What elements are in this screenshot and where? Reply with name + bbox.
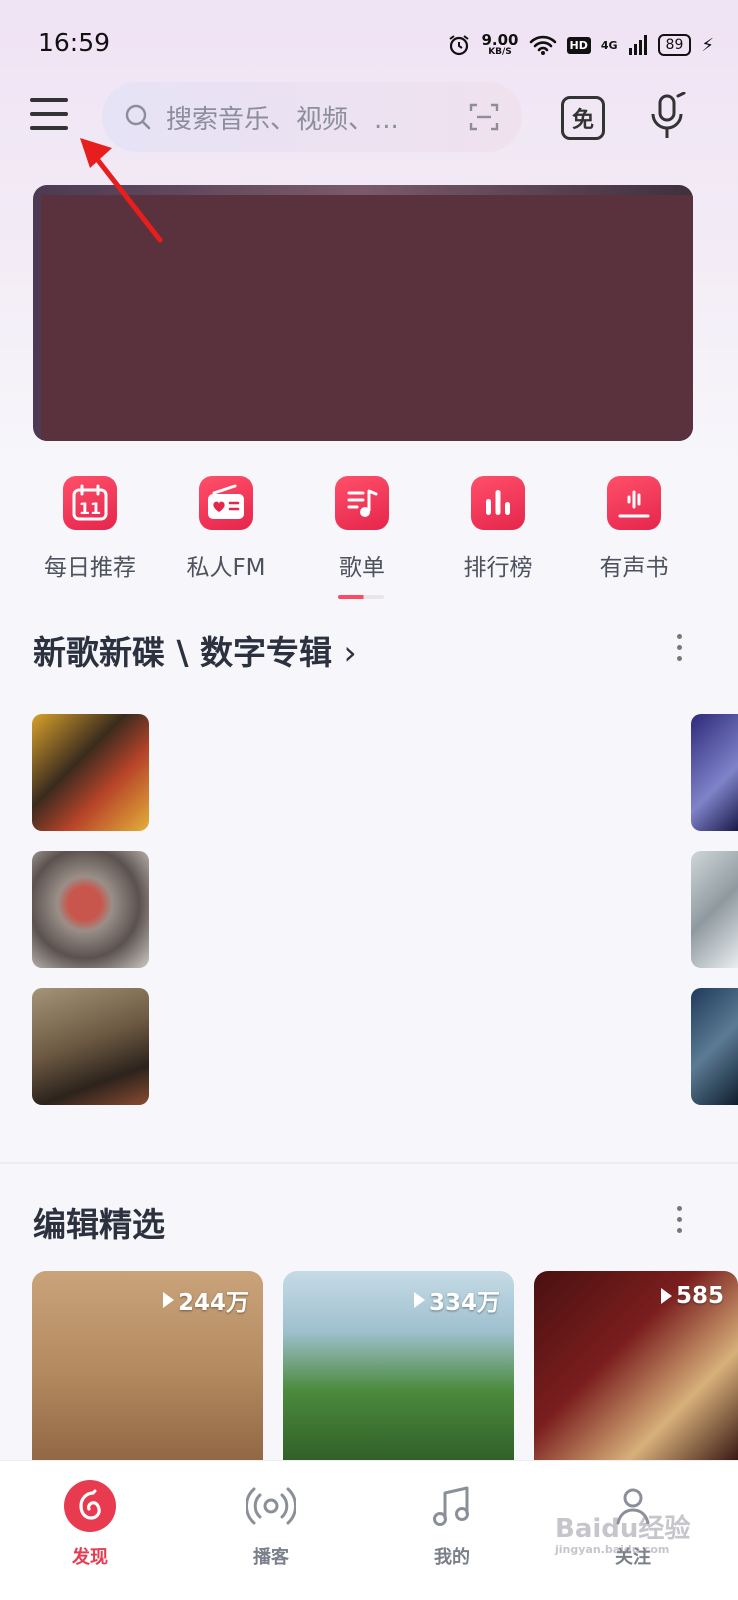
chevron-right-icon: › bbox=[343, 633, 357, 672]
menu-button[interactable] bbox=[30, 98, 70, 132]
play-count-value: 244万 bbox=[177, 1290, 249, 1316]
play-icon bbox=[162, 1292, 174, 1308]
section-title-editor-picks[interactable]: 编辑精选 bbox=[33, 1198, 165, 1246]
section-title-text: 新歌新碟 \ 数字专辑 bbox=[33, 633, 333, 672]
album-cover-partial[interactable] bbox=[691, 851, 738, 968]
quick-charts[interactable]: 排行榜 bbox=[430, 476, 566, 582]
annotation-arrow-icon bbox=[80, 138, 163, 243]
quick-label: 私人FM bbox=[186, 555, 266, 581]
voice-search-icon[interactable] bbox=[648, 92, 688, 142]
quick-label: 歌单 bbox=[339, 555, 385, 581]
playlist-note-icon bbox=[335, 476, 389, 530]
hd-badge: HD bbox=[566, 36, 591, 54]
nav-label: 发现 bbox=[72, 1547, 108, 1568]
new-releases-more-icon[interactable] bbox=[674, 634, 684, 664]
signal-icon bbox=[628, 35, 647, 55]
scan-icon[interactable] bbox=[468, 101, 500, 133]
editor-pick-card[interactable]: 244万 bbox=[32, 1271, 263, 1471]
editor-pick-card[interactable]: 585 bbox=[534, 1271, 738, 1471]
album-cover-partial[interactable] bbox=[691, 988, 738, 1105]
network-speed: 9.00 KB/S bbox=[481, 33, 518, 57]
radio-heart-icon bbox=[199, 476, 253, 530]
battery-indicator: 89 bbox=[657, 34, 692, 56]
editor-picks-more-icon[interactable] bbox=[674, 1206, 684, 1236]
watermark-text: Baidu经验 bbox=[555, 1514, 691, 1544]
section-divider bbox=[0, 1162, 738, 1164]
quick-entry-row: 11 每日推荐 私人FM 歌单 排行榜 有声书 bbox=[22, 476, 722, 606]
network-type: 4G bbox=[600, 38, 618, 52]
speed-value: 9.00 bbox=[481, 31, 519, 49]
quick-personal-fm[interactable]: 私人FM bbox=[158, 476, 294, 582]
album-cover[interactable] bbox=[32, 988, 149, 1105]
play-count: 244万 bbox=[162, 1283, 249, 1317]
watermark-url: jingyan.baidu.com bbox=[555, 1543, 670, 1556]
status-bar: 16:59 9.00 KB/S HD 4G 89 ⚡ bbox=[0, 0, 738, 80]
nav-label: 我的 bbox=[434, 1547, 470, 1568]
album-cover[interactable] bbox=[32, 851, 149, 968]
play-count: 334万 bbox=[413, 1283, 500, 1317]
editor-pick-card[interactable]: 334万 bbox=[283, 1271, 514, 1471]
free-mode-button[interactable]: 免 bbox=[561, 96, 605, 140]
play-count-value: 585 bbox=[675, 1283, 724, 1309]
charging-icon: ⚡ bbox=[701, 34, 714, 56]
quick-audiobook[interactable]: 有声书 bbox=[566, 476, 702, 582]
quick-label: 排行榜 bbox=[463, 555, 533, 581]
search-placeholder: 搜索音乐、视频、... bbox=[166, 104, 399, 135]
quick-playlist[interactable]: 歌单 bbox=[294, 476, 430, 582]
search-icon bbox=[125, 104, 151, 130]
watermark-logo: Baidu经验 jingyan.baidu.com bbox=[555, 1508, 690, 1556]
audiobook-icon bbox=[607, 476, 661, 530]
alarm-icon bbox=[449, 35, 470, 56]
music-note-icon bbox=[425, 1479, 479, 1533]
play-count-value: 334万 bbox=[428, 1290, 500, 1316]
quick-label: 有声书 bbox=[599, 555, 669, 581]
album-cover-partial[interactable] bbox=[691, 714, 738, 831]
wifi-icon bbox=[529, 35, 556, 55]
quick-scroll-indicator bbox=[338, 595, 384, 599]
play-icon bbox=[413, 1292, 425, 1308]
play-icon bbox=[660, 1288, 672, 1304]
nav-discover[interactable]: 发现 bbox=[40, 1479, 140, 1569]
calendar-icon: 11 bbox=[63, 476, 117, 530]
calendar-day: 11 bbox=[79, 499, 101, 518]
nav-podcast[interactable]: 播客 bbox=[221, 1479, 321, 1569]
play-count: 585 bbox=[660, 1283, 724, 1309]
section-title-new-releases[interactable]: 新歌新碟 \ 数字专辑 › bbox=[33, 626, 357, 674]
quick-daily-recommend[interactable]: 11 每日推荐 bbox=[22, 476, 158, 582]
status-icons: 9.00 KB/S HD 4G 89 ⚡ bbox=[447, 30, 714, 60]
speed-unit: KB/S bbox=[488, 47, 512, 57]
discover-icon bbox=[63, 1479, 117, 1533]
quick-label: 每日推荐 bbox=[44, 555, 136, 581]
bar-chart-icon bbox=[471, 476, 525, 530]
nav-mine[interactable]: 我的 bbox=[402, 1479, 502, 1569]
album-cover[interactable] bbox=[32, 714, 149, 831]
status-time: 16:59 bbox=[38, 28, 111, 57]
nav-label: 播客 bbox=[253, 1547, 289, 1568]
podcast-icon bbox=[244, 1479, 298, 1533]
